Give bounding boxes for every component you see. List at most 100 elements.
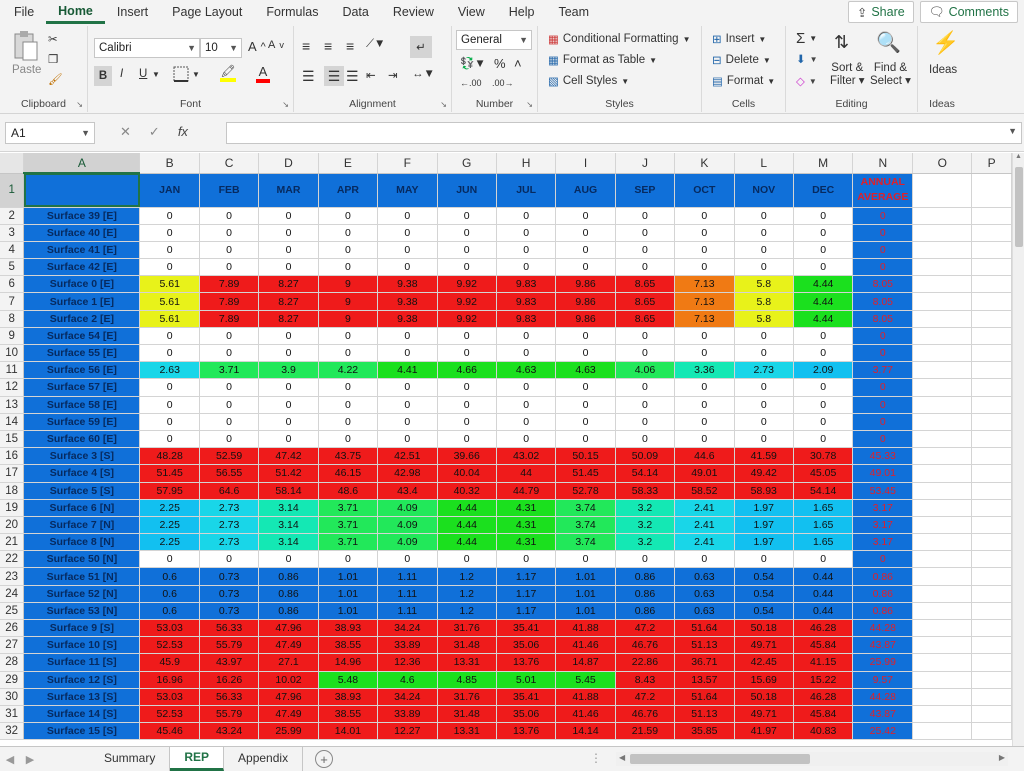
month-value-cell[interactable]: 4.66 bbox=[437, 361, 497, 380]
month-value-cell[interactable]: 0 bbox=[496, 258, 557, 277]
month-value-cell[interactable]: 48.6 bbox=[318, 482, 379, 500]
month-value-cell[interactable]: 43.75 bbox=[318, 447, 379, 466]
month-value-cell[interactable]: 0 bbox=[734, 550, 794, 569]
month-value-cell[interactable]: 2.09 bbox=[793, 361, 854, 380]
cell[interactable] bbox=[912, 619, 973, 638]
month-value-cell[interactable]: 0 bbox=[793, 550, 854, 569]
month-value-cell[interactable]: 0 bbox=[734, 344, 794, 363]
font-size-select[interactable]: 10 ▼ bbox=[200, 38, 242, 58]
month-value-cell[interactable]: 8.27 bbox=[258, 310, 319, 328]
month-value-cell[interactable]: 0.63 bbox=[674, 567, 735, 586]
month-value-cell[interactable]: 3.74 bbox=[555, 533, 616, 552]
month-value-cell[interactable]: 1.11 bbox=[377, 602, 438, 621]
cell[interactable] bbox=[971, 396, 1012, 414]
month-value-cell[interactable]: 51.45 bbox=[555, 464, 616, 483]
month-value-cell[interactable]: 7.89 bbox=[199, 275, 260, 294]
month-value-cell[interactable]: 10.02 bbox=[258, 671, 319, 689]
surface-label[interactable]: Surface 13 [S] bbox=[23, 688, 141, 706]
cell[interactable] bbox=[912, 275, 973, 294]
cell[interactable] bbox=[971, 344, 1012, 363]
month-value-cell[interactable]: 0 bbox=[674, 550, 735, 569]
column-header-e[interactable]: E bbox=[318, 153, 379, 174]
add-sheet-icon[interactable]: + bbox=[315, 750, 334, 768]
month-value-cell[interactable]: 39.66 bbox=[437, 447, 497, 466]
decrease-decimal-icon[interactable]: .00→ bbox=[492, 78, 514, 88]
surface-label[interactable]: Surface 6 [N] bbox=[23, 499, 141, 517]
prev-sheet-icon[interactable]: ◀ bbox=[0, 753, 20, 766]
month-value-cell[interactable]: 0 bbox=[258, 241, 319, 260]
menu-file[interactable]: File bbox=[0, 0, 46, 24]
cell[interactable] bbox=[912, 482, 973, 500]
cell[interactable] bbox=[912, 533, 973, 552]
month-value-cell[interactable]: 50.18 bbox=[734, 688, 794, 706]
autosum-icon[interactable]: Σ ▼ bbox=[796, 30, 817, 47]
month-header[interactable]: SEP bbox=[615, 173, 676, 208]
month-value-cell[interactable]: 16.26 bbox=[199, 671, 260, 689]
month-value-cell[interactable]: 3.14 bbox=[258, 516, 319, 535]
format-as-table-button[interactable]: ▦ Format as Table ▼ bbox=[548, 53, 657, 67]
month-value-cell[interactable]: 1.97 bbox=[734, 533, 794, 552]
month-value-cell[interactable]: 0 bbox=[615, 241, 676, 260]
month-value-cell[interactable]: 2.63 bbox=[139, 361, 200, 380]
cell[interactable] bbox=[912, 722, 973, 741]
month-value-cell[interactable]: 40.32 bbox=[437, 482, 497, 500]
month-header[interactable]: OCT bbox=[674, 173, 735, 208]
month-value-cell[interactable]: 46.76 bbox=[615, 705, 676, 724]
annual-average-cell[interactable]: 3.17 bbox=[852, 516, 914, 535]
month-value-cell[interactable]: 13.57 bbox=[674, 671, 735, 689]
month-value-cell[interactable]: 4.06 bbox=[615, 361, 676, 380]
cell[interactable] bbox=[971, 258, 1012, 277]
month-value-cell[interactable]: 8.65 bbox=[615, 292, 676, 311]
month-value-cell[interactable]: 1.17 bbox=[496, 567, 557, 586]
month-value-cell[interactable]: 21.59 bbox=[615, 722, 676, 741]
row-header[interactable]: 14 bbox=[0, 413, 25, 431]
column-header-k[interactable]: K bbox=[674, 153, 735, 174]
surface-label[interactable]: Surface 50 [N] bbox=[23, 550, 141, 569]
month-value-cell[interactable]: 0.54 bbox=[734, 585, 794, 603]
paste-button[interactable]: Paste bbox=[12, 64, 41, 76]
ideas-icon[interactable]: ⚡ bbox=[932, 30, 959, 56]
month-value-cell[interactable]: 0 bbox=[139, 241, 200, 260]
cell[interactable] bbox=[912, 361, 973, 380]
month-header[interactable]: AUG bbox=[555, 173, 616, 208]
month-value-cell[interactable]: 0 bbox=[258, 207, 319, 225]
month-value-cell[interactable]: 5.8 bbox=[734, 275, 794, 294]
cell[interactable] bbox=[971, 241, 1012, 260]
month-value-cell[interactable]: 9 bbox=[318, 310, 379, 328]
cell[interactable] bbox=[912, 396, 973, 414]
month-value-cell[interactable]: 9.86 bbox=[555, 292, 616, 311]
month-value-cell[interactable]: 56.55 bbox=[199, 464, 260, 483]
scroll-left-icon[interactable]: ◀ bbox=[619, 753, 625, 762]
month-value-cell[interactable]: 4.44 bbox=[793, 310, 854, 328]
month-value-cell[interactable]: 1.01 bbox=[318, 567, 379, 586]
borders-icon[interactable] bbox=[173, 66, 189, 82]
month-value-cell[interactable]: 0 bbox=[139, 344, 200, 363]
annual-average-cell[interactable]: 0 bbox=[852, 413, 914, 431]
month-value-cell[interactable]: 0 bbox=[139, 258, 200, 277]
month-value-cell[interactable]: 0 bbox=[437, 327, 497, 346]
row-header[interactable]: 1 bbox=[0, 173, 25, 208]
month-value-cell[interactable]: 52.53 bbox=[139, 705, 200, 724]
row-header[interactable]: 9 bbox=[0, 327, 25, 346]
month-value-cell[interactable]: 4.63 bbox=[496, 361, 557, 380]
tab-appendix[interactable]: Appendix bbox=[224, 747, 304, 771]
font-launcher-icon[interactable]: ↘ bbox=[282, 100, 289, 109]
month-value-cell[interactable]: 0 bbox=[496, 327, 557, 346]
month-value-cell[interactable]: 5.01 bbox=[496, 671, 557, 689]
month-value-cell[interactable]: 0 bbox=[793, 224, 854, 242]
month-value-cell[interactable]: 0 bbox=[377, 344, 438, 363]
month-value-cell[interactable]: 1.97 bbox=[734, 499, 794, 517]
month-value-cell[interactable]: 31.76 bbox=[437, 688, 497, 706]
month-value-cell[interactable]: 0 bbox=[793, 413, 854, 431]
month-value-cell[interactable]: 35.06 bbox=[496, 705, 557, 724]
row-header[interactable]: 17 bbox=[0, 464, 25, 483]
tab-summary[interactable]: Summary bbox=[90, 747, 171, 771]
month-value-cell[interactable]: 0 bbox=[258, 396, 319, 414]
month-value-cell[interactable]: 1.2 bbox=[437, 602, 497, 621]
annual-average-cell[interactable]: 0 bbox=[852, 224, 914, 242]
month-value-cell[interactable]: 40.83 bbox=[793, 722, 854, 741]
month-value-cell[interactable]: 47.49 bbox=[258, 705, 319, 724]
month-value-cell[interactable]: 0 bbox=[615, 396, 676, 414]
month-value-cell[interactable]: 4.6 bbox=[377, 671, 438, 689]
month-value-cell[interactable]: 13.31 bbox=[437, 722, 497, 741]
